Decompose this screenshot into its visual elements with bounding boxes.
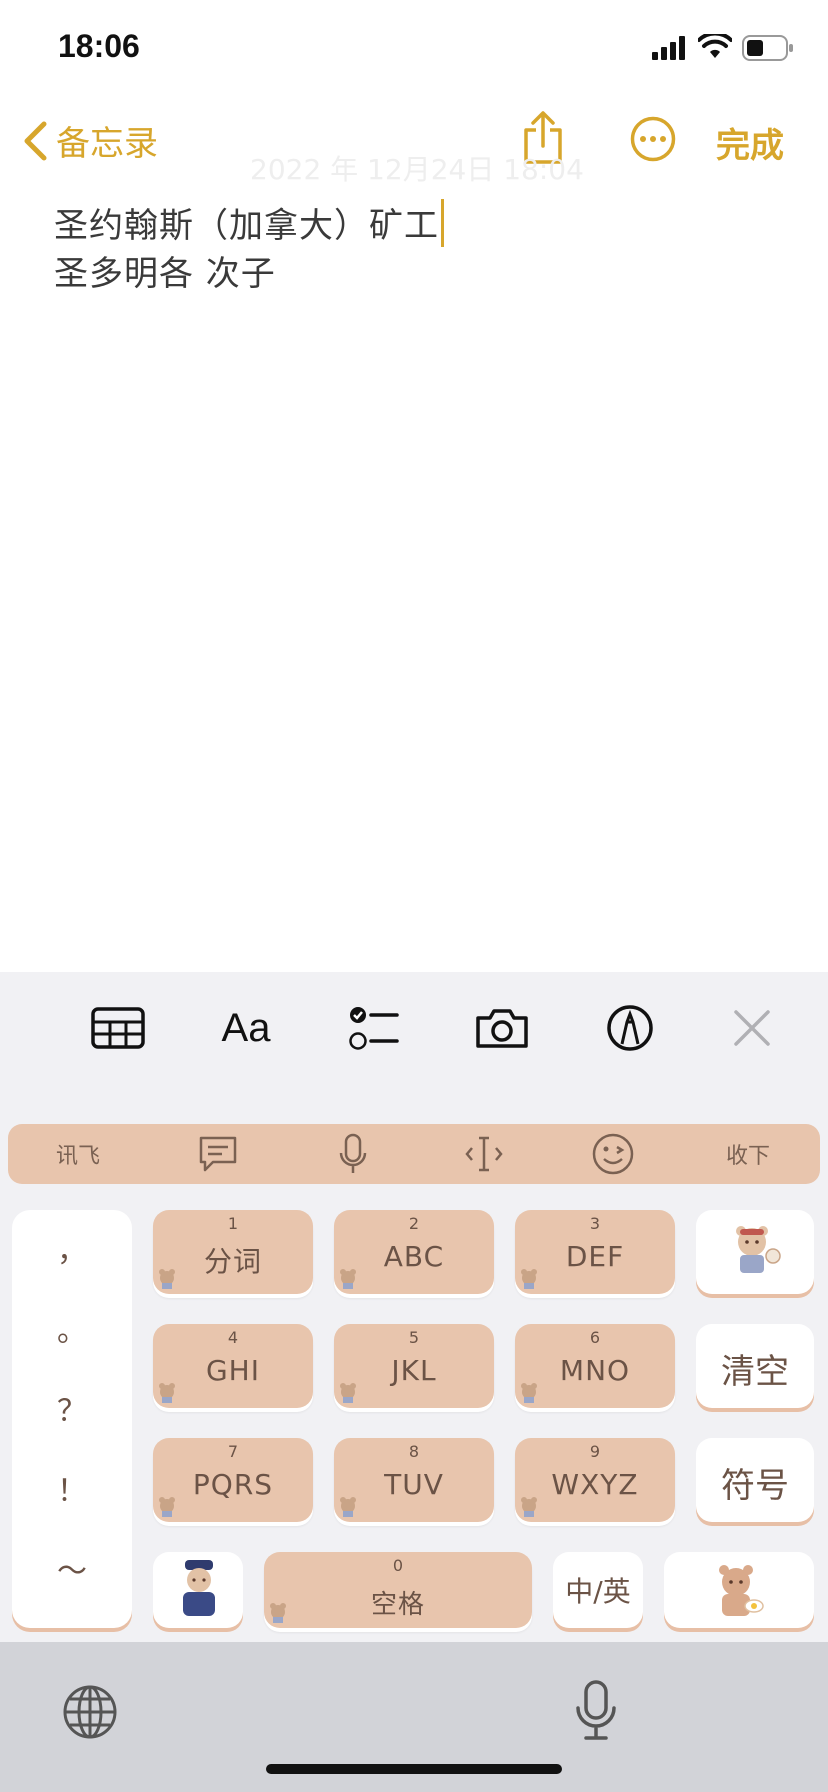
- format-toolbar: Aa: [0, 972, 828, 1125]
- punct-period[interactable]: 。: [12, 1306, 132, 1350]
- language-switch-label: 中/英: [565, 1575, 631, 1608]
- clear-key-label: 清空: [721, 1352, 789, 1392]
- symbol-key-label: 符号: [721, 1466, 789, 1506]
- key-9-num: 9: [589, 1442, 601, 1461]
- cursor-move-icon[interactable]: [434, 1124, 534, 1184]
- bear-sticker-icon: [159, 1269, 175, 1289]
- dictation-mic-icon[interactable]: [574, 1680, 618, 1746]
- delete-key[interactable]: [696, 1210, 814, 1294]
- key-5[interactable]: 5 JKL: [334, 1324, 494, 1408]
- key-3-num: 3: [589, 1214, 601, 1233]
- bear-sticker-icon: [340, 1269, 356, 1289]
- key-4[interactable]: 4 GHI: [153, 1324, 313, 1408]
- close-icon[interactable]: [720, 1000, 784, 1056]
- bear-sticker-icon: [159, 1497, 175, 1517]
- candidate-bar: 讯飞 收下: [8, 1124, 820, 1184]
- bear-sticker-icon: [340, 1497, 356, 1517]
- bear-sticker-icon: [159, 1383, 175, 1403]
- key-7-num: 7: [227, 1442, 239, 1461]
- bear-sticker-icon: [521, 1497, 537, 1517]
- text-caret: [441, 199, 444, 247]
- home-indicator[interactable]: [266, 1764, 562, 1774]
- space-key-num: 0: [392, 1556, 404, 1575]
- enter-key[interactable]: [664, 1552, 814, 1628]
- ellipsis-circle-icon: [630, 116, 676, 162]
- back-label: 备忘录: [56, 124, 158, 164]
- punct-tilde[interactable]: ～: [12, 1546, 132, 1590]
- key-6[interactable]: 6 MNO: [515, 1324, 675, 1408]
- more-button[interactable]: [630, 116, 676, 166]
- note-date: 2022 年 12月24日 18:04: [250, 153, 584, 186]
- key-7[interactable]: 7 PQRS: [153, 1438, 313, 1522]
- bear-sticker-icon: [270, 1603, 286, 1623]
- text-format-icon[interactable]: Aa: [214, 1000, 278, 1056]
- bear-delete-icon: [736, 1226, 781, 1273]
- chevron-left-icon: [24, 121, 47, 160]
- key-2[interactable]: 2 ABC: [334, 1210, 494, 1294]
- message-icon[interactable]: [168, 1124, 268, 1184]
- bear-sticker-icon: [521, 1383, 537, 1403]
- space-key-label: 空格: [370, 1590, 425, 1620]
- language-switch-key[interactable]: 中/英: [553, 1552, 643, 1628]
- markup-icon[interactable]: [598, 1000, 662, 1056]
- collapse-keyboard-button[interactable]: 收下: [698, 1124, 798, 1184]
- key-1[interactable]: 1 分词: [153, 1210, 313, 1294]
- signal-icon: [652, 36, 688, 64]
- bear-sticker-icon: [521, 1269, 537, 1289]
- note-line-1-text: 圣约翰斯（加拿大）矿工: [54, 206, 439, 246]
- bear-officer-icon: [183, 1560, 215, 1616]
- status-time: 18:06: [58, 28, 140, 64]
- emoji-icon[interactable]: [563, 1124, 663, 1184]
- punctuation-column: ， 。 ？ ！ ～: [12, 1210, 132, 1628]
- checklist-icon[interactable]: [342, 1000, 406, 1056]
- voice-input-icon[interactable]: [303, 1124, 403, 1184]
- key-6-num: 6: [589, 1328, 601, 1347]
- punct-comma[interactable]: ，: [12, 1226, 132, 1270]
- key-1-num: 1: [227, 1214, 239, 1233]
- done-button[interactable]: 完成: [716, 118, 784, 167]
- note-line-2[interactable]: 圣多明各 次子: [54, 246, 276, 295]
- key-2-num: 2: [408, 1214, 420, 1233]
- ifly-brand-button[interactable]: 讯飞: [28, 1124, 128, 1184]
- bear-sticker-icon: [340, 1383, 356, 1403]
- key-9[interactable]: 9 WXYZ: [515, 1438, 675, 1522]
- key-4-num: 4: [227, 1328, 239, 1347]
- key-5-num: 5: [408, 1328, 420, 1347]
- punct-exclamation[interactable]: ！: [12, 1466, 132, 1510]
- note-line-1[interactable]: 圣约翰斯（加拿大）矿工: [54, 198, 444, 247]
- table-icon[interactable]: [86, 1000, 150, 1056]
- back-button[interactable]: 备忘录: [22, 116, 158, 165]
- symbol-key[interactable]: 符号: [696, 1438, 814, 1522]
- wifi-icon: [697, 31, 733, 64]
- bear-sticker-key[interactable]: [153, 1552, 243, 1628]
- camera-icon[interactable]: [470, 1000, 534, 1056]
- bear-egg-icon: [719, 1565, 764, 1616]
- key-8-num: 8: [408, 1442, 420, 1461]
- space-key[interactable]: 0 空格: [264, 1552, 532, 1628]
- clear-key[interactable]: 清空: [696, 1324, 814, 1408]
- battery-icon: [742, 35, 794, 65]
- punct-question[interactable]: ？: [12, 1386, 132, 1430]
- key-3[interactable]: 3 DEF: [515, 1210, 675, 1294]
- key-8[interactable]: 8 TUV: [334, 1438, 494, 1522]
- globe-icon[interactable]: [62, 1684, 118, 1744]
